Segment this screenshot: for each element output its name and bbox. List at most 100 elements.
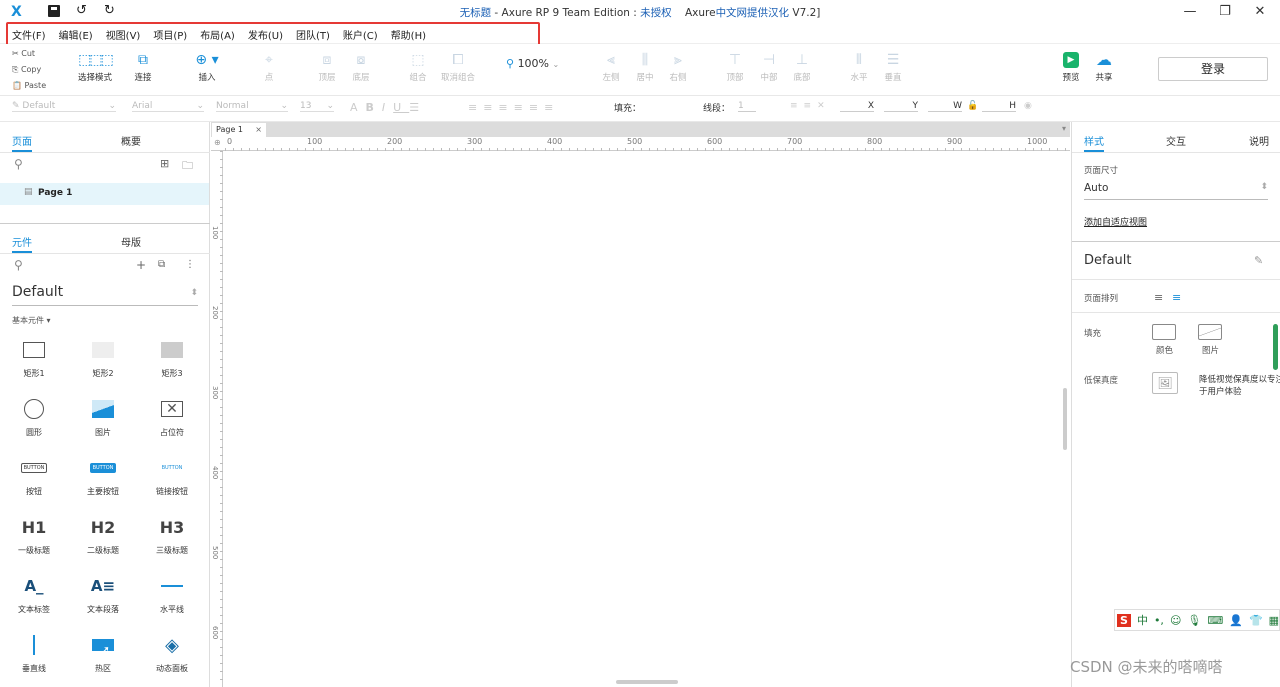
shirt-icon[interactable]: 👕 xyxy=(1249,614,1263,627)
search-icon[interactable]: ⚲ xyxy=(14,157,23,171)
minimize-button[interactable]: — xyxy=(1175,2,1205,22)
menu-help[interactable]: 帮助(H) xyxy=(391,27,426,42)
align-middle-button[interactable]: ⊣ 中部 xyxy=(756,52,782,83)
user-icon[interactable]: 👤 xyxy=(1229,614,1243,627)
mic-icon[interactable]: 🎙 xyxy=(1187,614,1201,627)
ungroup-button[interactable]: ⧠ 取消组合 xyxy=(438,52,478,83)
sogou-logo-icon[interactable]: S xyxy=(1117,613,1131,627)
close-button[interactable]: ✕ xyxy=(1245,2,1275,22)
align-bottom-button[interactable]: ⊥ 底部 xyxy=(789,52,815,83)
tab-notes[interactable]: 说明 xyxy=(1249,133,1269,148)
canvas-hscroll[interactable] xyxy=(616,680,678,684)
more-icon[interactable]: ⋮ xyxy=(185,259,195,270)
align-left-page-icon[interactable]: ≡ xyxy=(1154,291,1163,304)
widget-dynamic-panel[interactable]: ◈ 动态面板 xyxy=(142,635,202,674)
widget-rect3[interactable]: 矩形3 xyxy=(142,340,202,379)
fill-image-button[interactable] xyxy=(1198,324,1222,340)
tab-interactions[interactable]: 交互 xyxy=(1166,133,1186,148)
menu-account[interactable]: 账户(C) xyxy=(343,27,378,42)
visibility-icon[interactable]: ◉ xyxy=(1024,101,1032,111)
align-right-button[interactable]: ⫸ 右侧 xyxy=(665,52,691,83)
weight-select[interactable]: Normal ⌄ xyxy=(216,101,288,112)
connect-button[interactable]: ⧉ 连接 xyxy=(128,52,158,83)
tab-widgets[interactable]: 元件 xyxy=(12,234,32,253)
align-center-button[interactable]: ⫼ 居中 xyxy=(632,52,658,83)
lock-icon[interactable]: 🔓 xyxy=(967,101,978,111)
w-field[interactable]: W xyxy=(928,101,962,112)
line-style-buttons[interactable]: ≡≡✕ xyxy=(790,101,831,111)
widget-search-icon[interactable]: ⚲ xyxy=(14,258,23,272)
widget-text-label[interactable]: A_ 文本标签 xyxy=(4,576,64,615)
widget-circle[interactable]: 圆形 xyxy=(4,399,64,438)
widget-link-button[interactable]: BUTTON 链接按钮 xyxy=(142,458,202,497)
add-library-icon[interactable]: + xyxy=(136,258,146,272)
add-folder-icon[interactable]: 🗀 xyxy=(182,157,193,176)
style-select[interactable]: ✎ Default ⌄ xyxy=(12,101,116,112)
ime-punct[interactable]: •, xyxy=(1154,614,1164,627)
library-select[interactable]: Default ⬍ xyxy=(12,284,198,306)
paste-button[interactable]: 📋 Paste xyxy=(12,78,46,94)
login-button[interactable]: 登录 xyxy=(1158,57,1268,81)
widget-rect1[interactable]: 矩形1 xyxy=(4,340,64,379)
font-size-select[interactable]: 13 ⌄ xyxy=(300,101,334,112)
menu-team[interactable]: 团队(T) xyxy=(296,27,330,42)
low-fidelity-toggle[interactable]: 🖼 xyxy=(1152,372,1178,394)
x-field[interactable]: X xyxy=(840,101,874,112)
preview-button[interactable]: ▶ 预览 xyxy=(1058,52,1084,83)
cut-button[interactable]: ✂ Cut xyxy=(12,46,46,62)
select-mode-alt-icon[interactable] xyxy=(98,52,120,68)
widget-placeholder[interactable]: ✕ 占位符 xyxy=(142,399,202,438)
right-panel-scrollbar[interactable] xyxy=(1273,324,1278,370)
send-to-back-button[interactable]: ⧇ 底层 xyxy=(346,52,376,83)
restore-button[interactable]: ❐ xyxy=(1210,2,1240,22)
section-basic[interactable]: 基本元件 ▾ xyxy=(12,315,51,326)
distribute-horizontal-button[interactable]: ⫴ 水平 xyxy=(846,52,872,83)
ruler-origin-icon[interactable]: ⊕ xyxy=(214,138,221,147)
text-align-buttons[interactable]: ≡≡≡≡≡≡ xyxy=(468,101,559,114)
bring-to-front-button[interactable]: ⧈ 顶层 xyxy=(312,52,342,83)
align-center-page-icon[interactable]: ≡ xyxy=(1172,291,1181,304)
widget-h2[interactable]: H2 二级标题 xyxy=(73,517,133,556)
keyboard-icon[interactable]: ⌨ xyxy=(1207,614,1223,627)
tab-dropdown-icon[interactable]: ▾ xyxy=(1062,124,1066,133)
widget-hotspot[interactable]: ➚ 热区 xyxy=(73,635,133,674)
menu-layout[interactable]: 布局(A) xyxy=(200,27,235,42)
close-tab-icon[interactable]: × xyxy=(255,123,262,137)
align-top-button[interactable]: ⊤ 顶部 xyxy=(722,52,748,83)
fill-color-button[interactable] xyxy=(1152,324,1176,340)
menu-publish[interactable]: 发布(U) xyxy=(248,27,283,42)
zoom-select[interactable]: ⚲ 100% ⌄ xyxy=(506,57,559,70)
menu-project[interactable]: 项目(P) xyxy=(153,27,187,42)
widget-image[interactable]: 图片 xyxy=(73,399,133,438)
line-width-value[interactable]: 1 xyxy=(738,101,756,112)
add-page-icon[interactable]: ⊞ xyxy=(160,157,169,170)
tab-page1[interactable]: Page 1 × xyxy=(212,123,266,137)
insert-button[interactable]: ⊕ ▾ 插入 xyxy=(190,52,224,83)
canvas-vscroll[interactable] xyxy=(1063,388,1067,450)
add-adaptive-view-link[interactable]: 添加自适应视图 xyxy=(1084,215,1147,228)
library-stack-icon[interactable]: ⧉ xyxy=(158,259,165,270)
ime-mode[interactable]: 中 xyxy=(1137,612,1148,628)
text-format-buttons[interactable]: ABIU☰ xyxy=(350,101,427,114)
copy-button[interactable]: ⎘ Copy xyxy=(12,62,46,78)
share-button[interactable]: ☁ 共享 xyxy=(1090,52,1118,84)
page-item-selected[interactable]: ▤ Page 1 xyxy=(0,183,209,205)
widget-paragraph[interactable]: A≡ 文本段落 xyxy=(73,576,133,615)
menu-view[interactable]: 视图(V) xyxy=(106,27,141,42)
group-button[interactable]: ⬚ 组合 xyxy=(403,52,433,83)
widget-h3[interactable]: H3 三级标题 xyxy=(142,517,202,556)
y-field[interactable]: Y xyxy=(884,101,918,112)
widget-button[interactable]: BUTTON 按钮 xyxy=(4,458,64,497)
widget-primary-button[interactable]: BUTTON 主要按钮 xyxy=(73,458,133,497)
widget-vline[interactable]: 垂直线 xyxy=(4,635,64,674)
page-size-select[interactable]: Auto ⬍ xyxy=(1084,182,1268,200)
menu-file[interactable]: 文件(F) xyxy=(12,27,46,42)
tab-style[interactable]: 样式 xyxy=(1084,133,1104,152)
point-button[interactable]: ⌖ 点 xyxy=(256,52,282,83)
widget-hline[interactable]: 水平线 xyxy=(142,576,202,615)
tab-pages[interactable]: 页面 xyxy=(12,133,32,152)
edit-style-icon[interactable]: ✎ xyxy=(1254,254,1263,267)
menu-edit[interactable]: 编辑(E) xyxy=(59,27,93,42)
tab-masters[interactable]: 母版 xyxy=(121,234,141,249)
font-select[interactable]: Arial ⌄ xyxy=(132,101,204,112)
